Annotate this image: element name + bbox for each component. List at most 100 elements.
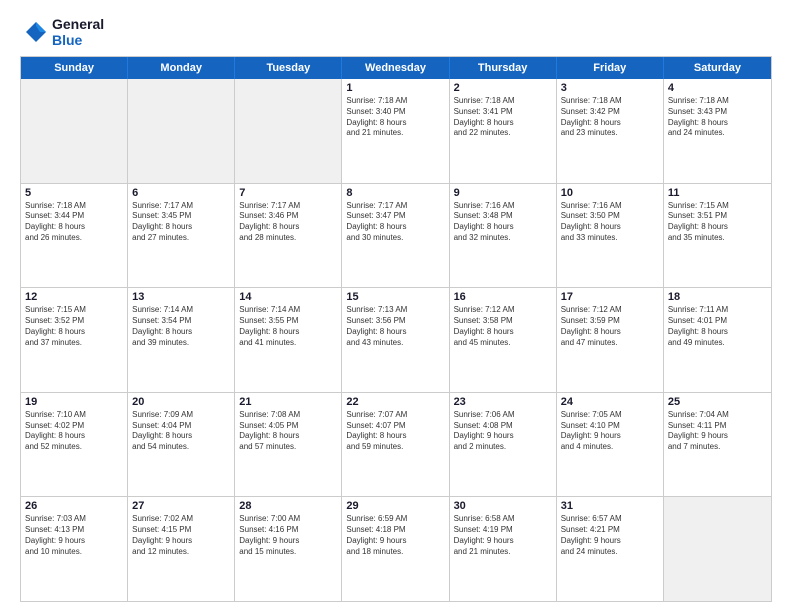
day-cell-11: 11 Sunrise: 7:15 AM Sunset: 3:51 PM Dayli…	[664, 184, 771, 288]
day-number: 28	[239, 500, 337, 512]
day-number: 10	[561, 187, 659, 199]
day-number: 5	[25, 187, 123, 199]
day-content: Sunrise: 7:12 AM Sunset: 3:59 PM Dayligh…	[561, 305, 659, 348]
day-cell-27: 27 Sunrise: 7:02 AM Sunset: 4:15 PM Dayli…	[128, 497, 235, 601]
day-content: Sunrise: 7:00 AM Sunset: 4:16 PM Dayligh…	[239, 514, 337, 557]
day-content: Sunrise: 7:05 AM Sunset: 4:10 PM Dayligh…	[561, 410, 659, 453]
day-content: Sunrise: 7:08 AM Sunset: 4:05 PM Dayligh…	[239, 410, 337, 453]
day-cell-28: 28 Sunrise: 7:00 AM Sunset: 4:16 PM Dayli…	[235, 497, 342, 601]
calendar: SundayMondayTuesdayWednesdayThursdayFrid…	[20, 56, 772, 602]
day-number: 20	[132, 396, 230, 408]
day-content: Sunrise: 6:58 AM Sunset: 4:19 PM Dayligh…	[454, 514, 552, 557]
day-cell-10: 10 Sunrise: 7:16 AM Sunset: 3:50 PM Dayli…	[557, 184, 664, 288]
header-day-thursday: Thursday	[450, 57, 557, 79]
day-number: 13	[132, 291, 230, 303]
logo: General Blue	[20, 16, 104, 48]
day-number: 24	[561, 396, 659, 408]
day-number: 2	[454, 82, 552, 94]
day-cell-30: 30 Sunrise: 6:58 AM Sunset: 4:19 PM Dayli…	[450, 497, 557, 601]
day-content: Sunrise: 6:57 AM Sunset: 4:21 PM Dayligh…	[561, 514, 659, 557]
day-content: Sunrise: 7:18 AM Sunset: 3:43 PM Dayligh…	[668, 96, 767, 139]
logo-icon	[20, 18, 48, 46]
day-number: 23	[454, 396, 552, 408]
day-content: Sunrise: 7:13 AM Sunset: 3:56 PM Dayligh…	[346, 305, 444, 348]
day-content: Sunrise: 7:14 AM Sunset: 3:54 PM Dayligh…	[132, 305, 230, 348]
calendar-row-3: 12 Sunrise: 7:15 AM Sunset: 3:52 PM Dayli…	[21, 287, 771, 392]
day-number: 16	[454, 291, 552, 303]
empty-cell	[664, 497, 771, 601]
calendar-row-5: 26Sunrise: 7:03 AM Sunset: 4:13 PM Dayli…	[21, 496, 771, 601]
page: General Blue SundayMondayTuesdayWednesda…	[0, 0, 792, 612]
day-number: 29	[346, 500, 444, 512]
day-cell-22: 22Sunrise: 7:07 AM Sunset: 4:07 PM Dayli…	[342, 393, 449, 497]
day-cell-9: 9Sunrise: 7:16 AM Sunset: 3:48 PM Daylig…	[450, 184, 557, 288]
day-content: Sunrise: 7:16 AM Sunset: 3:50 PM Dayligh…	[561, 201, 659, 244]
day-number: 4	[668, 82, 767, 94]
day-cell-26: 26Sunrise: 7:03 AM Sunset: 4:13 PM Dayli…	[21, 497, 128, 601]
day-content: Sunrise: 7:10 AM Sunset: 4:02 PM Dayligh…	[25, 410, 123, 453]
day-number: 3	[561, 82, 659, 94]
day-number: 14	[239, 291, 337, 303]
day-cell-19: 19 Sunrise: 7:10 AM Sunset: 4:02 PM Dayli…	[21, 393, 128, 497]
day-number: 17	[561, 291, 659, 303]
day-content: Sunrise: 7:12 AM Sunset: 3:58 PM Dayligh…	[454, 305, 552, 348]
empty-cell	[235, 79, 342, 183]
day-number: 12	[25, 291, 123, 303]
day-cell-5: 5 Sunrise: 7:18 AM Sunset: 3:44 PM Daylig…	[21, 184, 128, 288]
header-day-friday: Friday	[557, 57, 664, 79]
empty-cell	[128, 79, 235, 183]
header-day-wednesday: Wednesday	[342, 57, 449, 79]
day-cell-14: 14 Sunrise: 7:14 AM Sunset: 3:55 PM Dayli…	[235, 288, 342, 392]
day-number: 7	[239, 187, 337, 199]
day-content: Sunrise: 7:15 AM Sunset: 3:52 PM Dayligh…	[25, 305, 123, 348]
day-content: Sunrise: 7:03 AM Sunset: 4:13 PM Dayligh…	[25, 514, 123, 557]
calendar-row-4: 19 Sunrise: 7:10 AM Sunset: 4:02 PM Dayli…	[21, 392, 771, 497]
day-number: 6	[132, 187, 230, 199]
header-day-sunday: Sunday	[21, 57, 128, 79]
day-number: 11	[668, 187, 767, 199]
calendar-row-2: 5 Sunrise: 7:18 AM Sunset: 3:44 PM Daylig…	[21, 183, 771, 288]
day-number: 15	[346, 291, 444, 303]
day-content: Sunrise: 7:18 AM Sunset: 3:44 PM Dayligh…	[25, 201, 123, 244]
day-number: 27	[132, 500, 230, 512]
header-day-monday: Monday	[128, 57, 235, 79]
header: General Blue	[20, 16, 772, 48]
day-number: 19	[25, 396, 123, 408]
day-cell-16: 16 Sunrise: 7:12 AM Sunset: 3:58 PM Dayli…	[450, 288, 557, 392]
day-number: 8	[346, 187, 444, 199]
header-day-tuesday: Tuesday	[235, 57, 342, 79]
day-content: Sunrise: 7:17 AM Sunset: 3:47 PM Dayligh…	[346, 201, 444, 244]
day-content: Sunrise: 7:17 AM Sunset: 3:45 PM Dayligh…	[132, 201, 230, 244]
day-content: Sunrise: 7:15 AM Sunset: 3:51 PM Dayligh…	[668, 201, 767, 244]
day-content: Sunrise: 7:17 AM Sunset: 3:46 PM Dayligh…	[239, 201, 337, 244]
header-day-saturday: Saturday	[664, 57, 771, 79]
day-cell-12: 12 Sunrise: 7:15 AM Sunset: 3:52 PM Dayli…	[21, 288, 128, 392]
calendar-row-1: 1Sunrise: 7:18 AM Sunset: 3:40 PM Daylig…	[21, 79, 771, 183]
day-cell-3: 3Sunrise: 7:18 AM Sunset: 3:42 PM Daylig…	[557, 79, 664, 183]
day-cell-13: 13 Sunrise: 7:14 AM Sunset: 3:54 PM Dayli…	[128, 288, 235, 392]
day-cell-31: 31Sunrise: 6:57 AM Sunset: 4:21 PM Dayli…	[557, 497, 664, 601]
day-content: Sunrise: 7:14 AM Sunset: 3:55 PM Dayligh…	[239, 305, 337, 348]
day-cell-15: 15 Sunrise: 7:13 AM Sunset: 3:56 PM Dayli…	[342, 288, 449, 392]
day-content: Sunrise: 7:07 AM Sunset: 4:07 PM Dayligh…	[346, 410, 444, 453]
day-number: 30	[454, 500, 552, 512]
day-content: Sunrise: 7:11 AM Sunset: 4:01 PM Dayligh…	[668, 305, 767, 348]
day-cell-4: 4 Sunrise: 7:18 AM Sunset: 3:43 PM Daylig…	[664, 79, 771, 183]
calendar-header: SundayMondayTuesdayWednesdayThursdayFrid…	[21, 57, 771, 79]
day-number: 25	[668, 396, 767, 408]
calendar-body: 1Sunrise: 7:18 AM Sunset: 3:40 PM Daylig…	[21, 79, 771, 601]
day-cell-18: 18Sunrise: 7:11 AM Sunset: 4:01 PM Dayli…	[664, 288, 771, 392]
day-cell-8: 8 Sunrise: 7:17 AM Sunset: 3:47 PM Daylig…	[342, 184, 449, 288]
day-cell-21: 21Sunrise: 7:08 AM Sunset: 4:05 PM Dayli…	[235, 393, 342, 497]
day-content: Sunrise: 7:02 AM Sunset: 4:15 PM Dayligh…	[132, 514, 230, 557]
day-cell-20: 20Sunrise: 7:09 AM Sunset: 4:04 PM Dayli…	[128, 393, 235, 497]
day-cell-24: 24 Sunrise: 7:05 AM Sunset: 4:10 PM Dayli…	[557, 393, 664, 497]
day-cell-25: 25 Sunrise: 7:04 AM Sunset: 4:11 PM Dayli…	[664, 393, 771, 497]
day-content: Sunrise: 7:04 AM Sunset: 4:11 PM Dayligh…	[668, 410, 767, 453]
day-content: Sunrise: 6:59 AM Sunset: 4:18 PM Dayligh…	[346, 514, 444, 557]
day-content: Sunrise: 7:06 AM Sunset: 4:08 PM Dayligh…	[454, 410, 552, 453]
logo-text: General Blue	[52, 16, 104, 48]
day-content: Sunrise: 7:18 AM Sunset: 3:40 PM Dayligh…	[346, 96, 444, 139]
empty-cell	[21, 79, 128, 183]
day-number: 9	[454, 187, 552, 199]
